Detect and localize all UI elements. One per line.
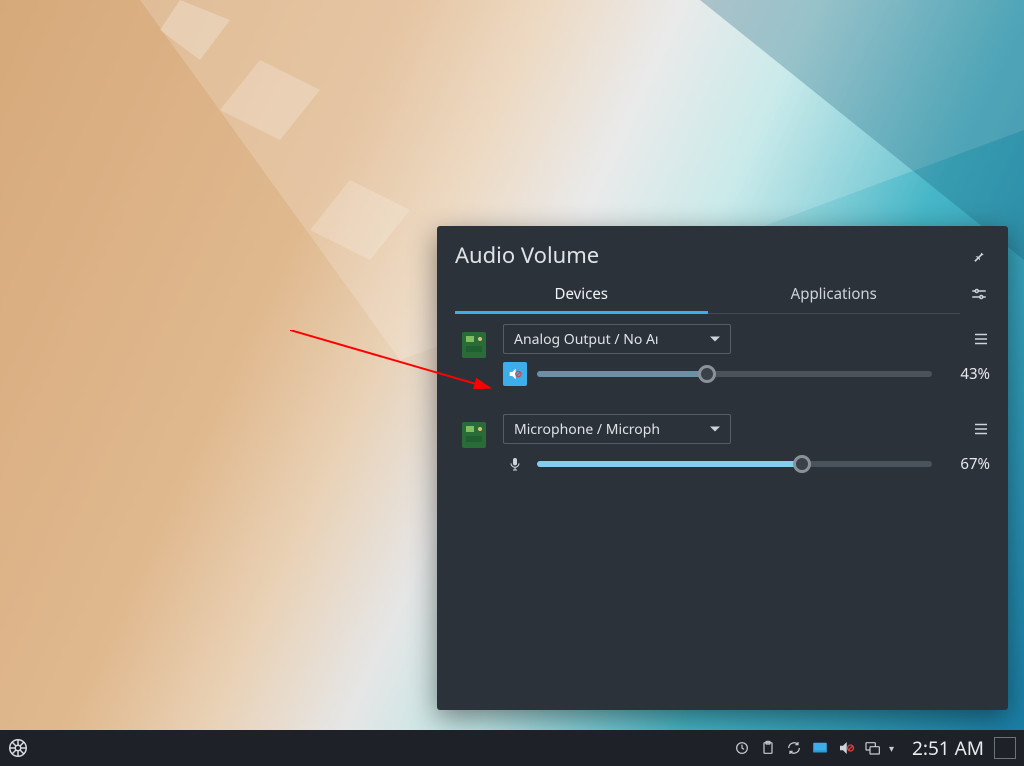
output-menu-button[interactable]: [968, 330, 990, 348]
system-tray: ▾: [725, 739, 902, 757]
slider-handle[interactable]: [793, 455, 811, 473]
app-launcher-button[interactable]: [0, 730, 36, 766]
tab-applications-label: Applications: [791, 284, 877, 304]
tab-devices[interactable]: Devices: [455, 278, 708, 314]
output-volume-slider[interactable]: [537, 366, 932, 382]
tab-devices-label: Devices: [555, 284, 608, 304]
tabs-row: Devices Applications: [437, 278, 1008, 314]
network-icon[interactable]: [863, 739, 881, 757]
taskbar-panel: ▾ 2:51 AM: [0, 730, 1024, 766]
device-input-body: Microphone / Microph: [503, 414, 990, 476]
input-slider-row: 67%: [503, 452, 990, 476]
popup-header: Audio Volume: [437, 226, 1008, 278]
input-volume-percent: 67%: [942, 454, 990, 474]
audio-volume-popup: Audio Volume Devices Applications: [437, 226, 1008, 710]
soundcard-icon: [455, 414, 493, 452]
input-port-row: Microphone / Microph: [503, 414, 990, 444]
output-port-label: Analog Output / No Aı: [514, 330, 659, 349]
pin-icon[interactable]: [972, 246, 990, 264]
configure-icon[interactable]: [970, 285, 990, 308]
input-menu-button[interactable]: [968, 420, 990, 438]
soundcard-icon: [455, 324, 493, 362]
volume-muted-icon[interactable]: [837, 739, 855, 757]
chevron-down-icon: [710, 427, 720, 432]
device-output-body: Analog Output / No Aı: [503, 324, 990, 386]
output-mute-button[interactable]: [503, 362, 527, 386]
sync-icon[interactable]: [785, 739, 803, 757]
input-port-label: Microphone / Microph: [514, 420, 660, 439]
output-port-select[interactable]: Analog Output / No Aı: [503, 324, 731, 354]
device-output: Analog Output / No Aı: [455, 324, 990, 386]
input-mute-button[interactable]: [503, 452, 527, 476]
slider-fill: [537, 461, 802, 467]
output-port-row: Analog Output / No Aı: [503, 324, 990, 354]
panel-clock[interactable]: 2:51 AM: [902, 735, 994, 761]
slider-fill: [537, 371, 707, 377]
clipboard-icon[interactable]: [759, 739, 777, 757]
chevron-down-icon: [710, 337, 720, 342]
popup-title: Audio Volume: [455, 240, 972, 270]
input-volume-slider[interactable]: [537, 456, 932, 472]
device-input: Microphone / Microph: [455, 414, 990, 476]
tray-expand-icon[interactable]: ▾: [889, 741, 894, 755]
tab-applications[interactable]: Applications: [708, 278, 961, 314]
output-volume-percent: 43%: [942, 364, 990, 384]
show-desktop-button[interactable]: [994, 737, 1016, 759]
output-slider-row: 43%: [503, 362, 990, 386]
notifications-icon[interactable]: [811, 739, 829, 757]
tab-bar: Devices Applications: [455, 278, 960, 314]
slider-handle[interactable]: [698, 365, 716, 383]
input-port-select[interactable]: Microphone / Microph: [503, 414, 731, 444]
updates-icon[interactable]: [733, 739, 751, 757]
devices-list: Analog Output / No Aı: [437, 314, 1008, 476]
